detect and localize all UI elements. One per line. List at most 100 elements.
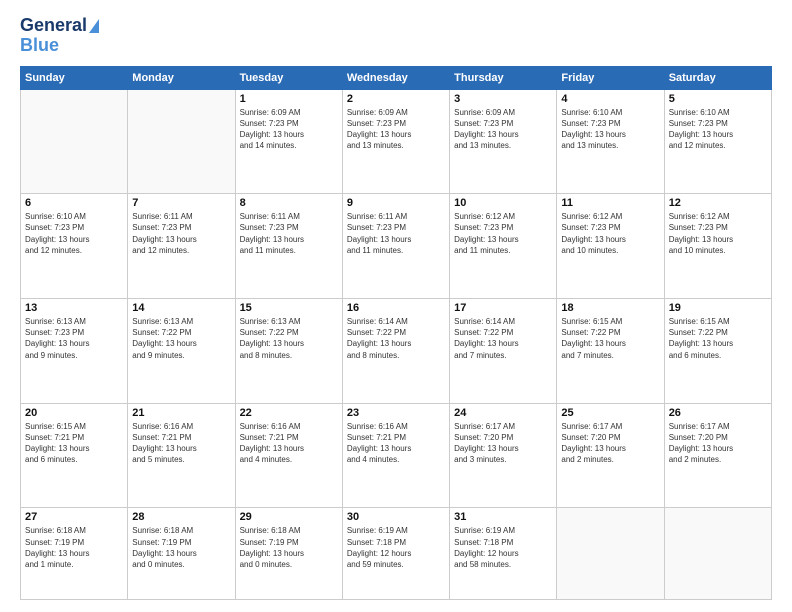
day-number: 14 — [132, 302, 230, 314]
calendar-cell: 26 Sunrise: 6:17 AM Sunset: 7:20 PM Dayli… — [664, 403, 771, 508]
day-number: 13 — [25, 302, 123, 314]
col-header-wednesday: Wednesday — [342, 66, 449, 89]
day-info: Sunrise: 6:15 AM Sunset: 7:21 PM Dayligh… — [25, 421, 123, 466]
day-number: 7 — [132, 197, 230, 209]
logo-text-blue: Blue — [20, 36, 59, 56]
calendar-cell: 23 Sunrise: 6:16 AM Sunset: 7:21 PM Dayli… — [342, 403, 449, 508]
calendar-cell: 24 Sunrise: 6:17 AM Sunset: 7:20 PM Dayli… — [450, 403, 557, 508]
calendar-cell: 17 Sunrise: 6:14 AM Sunset: 7:22 PM Dayli… — [450, 298, 557, 403]
col-header-thursday: Thursday — [450, 66, 557, 89]
calendar-cell: 29Sunrise: 6:18 AM Sunset: 7:19 PM Dayli… — [235, 508, 342, 600]
calendar-cell — [21, 89, 128, 194]
calendar-cell: 20 Sunrise: 6:15 AM Sunset: 7:21 PM Dayli… — [21, 403, 128, 508]
calendar-cell: 1Sunrise: 6:09 AM Sunset: 7:23 PM Daylig… — [235, 89, 342, 194]
calendar-cell: 16Sunrise: 6:14 AM Sunset: 7:22 PM Dayli… — [342, 298, 449, 403]
calendar-cell: 14 Sunrise: 6:13 AM Sunset: 7:22 PM Dayli… — [128, 298, 235, 403]
day-info: Sunrise: 6:12 AM Sunset: 7:23 PM Dayligh… — [561, 211, 659, 256]
calendar-cell: 12 Sunrise: 6:12 AM Sunset: 7:23 PM Dayli… — [664, 194, 771, 299]
day-info: Sunrise: 6:18 AM Sunset: 7:19 PM Dayligh… — [25, 525, 123, 570]
calendar-cell: 22 Sunrise: 6:16 AM Sunset: 7:21 PM Dayli… — [235, 403, 342, 508]
day-info: Sunrise: 6:12 AM Sunset: 7:23 PM Dayligh… — [669, 211, 767, 256]
calendar-table: SundayMondayTuesdayWednesdayThursdayFrid… — [20, 66, 772, 600]
calendar-cell: 19 Sunrise: 6:15 AM Sunset: 7:22 PM Dayli… — [664, 298, 771, 403]
day-info: Sunrise: 6:12 AM Sunset: 7:23 PM Dayligh… — [454, 211, 552, 256]
day-info: Sunrise: 6:17 AM Sunset: 7:20 PM Dayligh… — [454, 421, 552, 466]
day-number: 2 — [347, 93, 445, 105]
calendar-cell: 15 Sunrise: 6:13 AM Sunset: 7:22 PM Dayli… — [235, 298, 342, 403]
day-number: 17 — [454, 302, 552, 314]
day-number: 12 — [669, 197, 767, 209]
day-info: Sunrise: 6:15 AM Sunset: 7:22 PM Dayligh… — [669, 316, 767, 361]
day-number: 8 — [240, 197, 338, 209]
header: General Blue — [20, 16, 772, 56]
day-info: Sunrise: 6:18 AM Sunset: 7:19 PM Dayligh… — [240, 525, 338, 570]
calendar-cell: 11 Sunrise: 6:12 AM Sunset: 7:23 PM Dayli… — [557, 194, 664, 299]
calendar-cell — [128, 89, 235, 194]
day-number: 25 — [561, 407, 659, 419]
day-info: Sunrise: 6:13 AM Sunset: 7:23 PM Dayligh… — [25, 316, 123, 361]
day-number: 18 — [561, 302, 659, 314]
day-number: 3 — [454, 93, 552, 105]
day-info: Sunrise: 6:16 AM Sunset: 7:21 PM Dayligh… — [240, 421, 338, 466]
day-number: 15 — [240, 302, 338, 314]
page: General Blue SundayMondayTuesdayWednesda… — [0, 0, 792, 612]
day-info: Sunrise: 6:10 AM Sunset: 7:23 PM Dayligh… — [25, 211, 123, 256]
day-number: 23 — [347, 407, 445, 419]
day-number: 24 — [454, 407, 552, 419]
day-info: Sunrise: 6:14 AM Sunset: 7:22 PM Dayligh… — [454, 316, 552, 361]
calendar-cell: 13 Sunrise: 6:13 AM Sunset: 7:23 PM Dayli… — [21, 298, 128, 403]
day-info: Sunrise: 6:13 AM Sunset: 7:22 PM Dayligh… — [240, 316, 338, 361]
col-header-saturday: Saturday — [664, 66, 771, 89]
day-info: Sunrise: 6:11 AM Sunset: 7:23 PM Dayligh… — [240, 211, 338, 256]
calendar-cell — [664, 508, 771, 600]
logo-line1: General — [20, 16, 99, 36]
calendar-cell: 21Sunrise: 6:16 AM Sunset: 7:21 PM Dayli… — [128, 403, 235, 508]
day-number: 19 — [669, 302, 767, 314]
calendar-cell: 27 Sunrise: 6:18 AM Sunset: 7:19 PM Dayli… — [21, 508, 128, 600]
day-number: 16 — [347, 302, 445, 314]
day-info: Sunrise: 6:19 AM Sunset: 7:18 PM Dayligh… — [454, 525, 552, 570]
calendar-cell: 30 Sunrise: 6:19 AM Sunset: 7:18 PM Dayli… — [342, 508, 449, 600]
day-number: 4 — [561, 93, 659, 105]
calendar-cell: 3 Sunrise: 6:09 AM Sunset: 7:23 PM Daylig… — [450, 89, 557, 194]
day-info: Sunrise: 6:09 AM Sunset: 7:23 PM Dayligh… — [454, 107, 552, 152]
calendar-cell: 31 Sunrise: 6:19 AM Sunset: 7:18 PM Dayli… — [450, 508, 557, 600]
day-info: Sunrise: 6:16 AM Sunset: 7:21 PM Dayligh… — [347, 421, 445, 466]
calendar-cell: 8 Sunrise: 6:11 AM Sunset: 7:23 PM Daylig… — [235, 194, 342, 299]
day-info: Sunrise: 6:18 AM Sunset: 7:19 PM Dayligh… — [132, 525, 230, 570]
day-info: Sunrise: 6:15 AM Sunset: 7:22 PM Dayligh… — [561, 316, 659, 361]
calendar-cell: 25 Sunrise: 6:17 AM Sunset: 7:20 PM Dayli… — [557, 403, 664, 508]
day-info: Sunrise: 6:09 AM Sunset: 7:23 PM Dayligh… — [240, 107, 338, 152]
day-number: 31 — [454, 511, 552, 523]
day-number: 26 — [669, 407, 767, 419]
day-number: 11 — [561, 197, 659, 209]
logo: General Blue — [20, 16, 99, 56]
day-info: Sunrise: 6:17 AM Sunset: 7:20 PM Dayligh… — [561, 421, 659, 466]
calendar-cell: 2Sunrise: 6:09 AM Sunset: 7:23 PM Daylig… — [342, 89, 449, 194]
day-number: 20 — [25, 407, 123, 419]
logo-line2: Blue — [20, 36, 59, 56]
day-number: 27 — [25, 511, 123, 523]
calendar-cell — [557, 508, 664, 600]
day-number: 10 — [454, 197, 552, 209]
day-number: 30 — [347, 511, 445, 523]
calendar-cell: 18 Sunrise: 6:15 AM Sunset: 7:22 PM Dayli… — [557, 298, 664, 403]
col-header-sunday: Sunday — [21, 66, 128, 89]
logo-arrow-icon — [89, 19, 99, 33]
day-info: Sunrise: 6:10 AM Sunset: 7:23 PM Dayligh… — [561, 107, 659, 152]
day-number: 6 — [25, 197, 123, 209]
calendar-cell: 6 Sunrise: 6:10 AM Sunset: 7:23 PM Daylig… — [21, 194, 128, 299]
day-info: Sunrise: 6:17 AM Sunset: 7:20 PM Dayligh… — [669, 421, 767, 466]
logo-text-general: General — [20, 16, 87, 36]
col-header-monday: Monday — [128, 66, 235, 89]
day-number: 9 — [347, 197, 445, 209]
day-number: 5 — [669, 93, 767, 105]
col-header-friday: Friday — [557, 66, 664, 89]
calendar-cell: 10 Sunrise: 6:12 AM Sunset: 7:23 PM Dayli… — [450, 194, 557, 299]
calendar-cell: 4 Sunrise: 6:10 AM Sunset: 7:23 PM Daylig… — [557, 89, 664, 194]
day-number: 22 — [240, 407, 338, 419]
calendar-cell: 7Sunrise: 6:11 AM Sunset: 7:23 PM Daylig… — [128, 194, 235, 299]
calendar-cell: 5Sunrise: 6:10 AM Sunset: 7:23 PM Daylig… — [664, 89, 771, 194]
day-info: Sunrise: 6:13 AM Sunset: 7:22 PM Dayligh… — [132, 316, 230, 361]
day-info: Sunrise: 6:19 AM Sunset: 7:18 PM Dayligh… — [347, 525, 445, 570]
